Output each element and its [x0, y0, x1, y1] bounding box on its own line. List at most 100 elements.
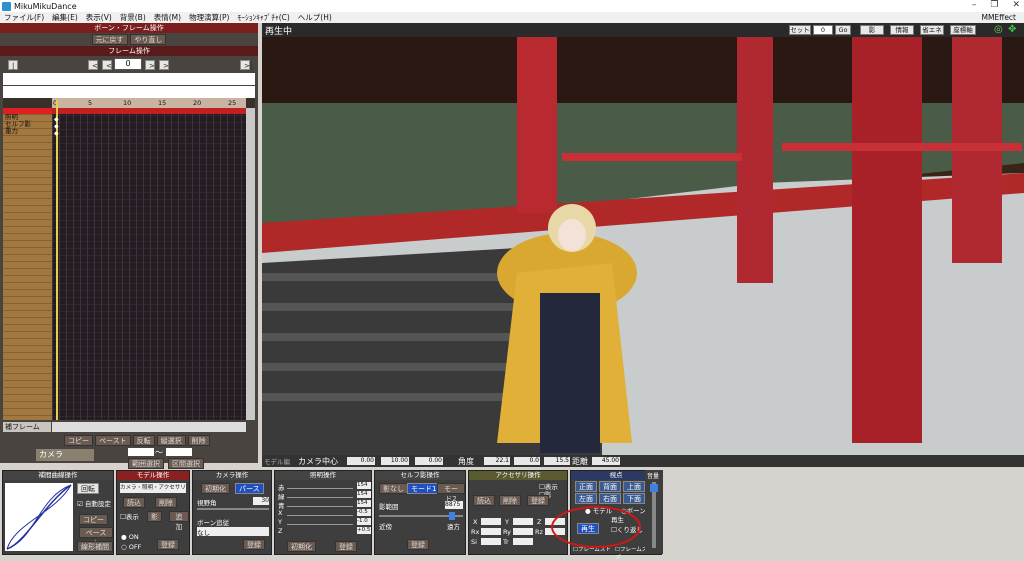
light-red-value[interactable]: 154 — [357, 482, 371, 489]
model-display-checkbox[interactable]: ☐表示 — [120, 511, 139, 521]
light-y-value[interactable]: -1.0 — [357, 518, 371, 525]
zoom-icon[interactable]: ◎ — [994, 24, 1003, 35]
center-y-field[interactable]: 10.00 — [381, 457, 409, 465]
next-key-button[interactable]: > — [159, 60, 169, 70]
go-button[interactable]: Go — [835, 25, 851, 35]
view-right-button[interactable]: 右面 — [599, 493, 621, 504]
view-back-button[interactable]: 背面 — [599, 481, 621, 492]
frame-type-dropdown[interactable]: 補フレーム — [3, 422, 51, 432]
accessory-register-button[interactable]: 登録 — [527, 495, 549, 506]
accessory-tr-input[interactable] — [513, 538, 533, 545]
maximize-icon[interactable]: ❐ — [990, 0, 998, 10]
camera-register-button[interactable]: 登録 — [243, 539, 265, 550]
angle-z-field[interactable]: 15.5 — [544, 457, 570, 465]
last-frame-button[interactable]: >| — [240, 60, 252, 70]
menu-expression[interactable]: 表情(M) — [150, 12, 185, 23]
view-top-button[interactable]: 上面 — [623, 481, 645, 492]
timeline-hscrollbar[interactable] — [52, 422, 246, 432]
reverse-button[interactable]: 反転 — [132, 435, 155, 446]
shadow-mode1-button[interactable]: モード1 — [407, 483, 441, 494]
view-front-button[interactable]: 正面 — [575, 481, 597, 492]
model-on-radio[interactable]: ● ON — [121, 533, 139, 541]
menu-file[interactable]: ファイル(F) — [0, 12, 48, 23]
menu-physics[interactable]: 物理演算(P) — [185, 12, 233, 23]
angle-y-field[interactable]: 0.0 — [514, 457, 540, 465]
bone-follow-dropdown[interactable]: なし — [197, 527, 269, 537]
view-left-button[interactable]: 左面 — [575, 493, 597, 504]
close-icon[interactable]: ✕ — [1012, 0, 1020, 10]
volume-thumb[interactable] — [650, 484, 658, 492]
light-register-button[interactable]: 登録 — [335, 541, 357, 552]
light-init-button[interactable]: 初期化 — [287, 541, 316, 552]
interp-curve-graph[interactable] — [5, 483, 73, 551]
menu-edit[interactable]: 編集(E) — [48, 12, 82, 23]
shadow-none-button[interactable]: 影なし — [379, 483, 408, 494]
light-z-value[interactable]: +0.5 — [357, 527, 371, 534]
section-select-button[interactable]: 区間選択 — [168, 458, 204, 469]
interp-paste-button[interactable]: ペースト — [79, 527, 113, 547]
auto-set-checkbox[interactable]: ☑ 自動設定 — [77, 498, 111, 508]
view-bottom-button[interactable]: 下面 — [623, 493, 645, 504]
3d-viewport[interactable] — [262, 23, 1024, 455]
axis-button[interactable]: 座標軸 — [950, 25, 976, 35]
frame-input[interactable]: 0 — [813, 25, 833, 35]
info-button[interactable]: 情報 — [890, 25, 914, 35]
vertical-select-button[interactable]: 縦選択 — [156, 435, 186, 446]
rotation-interp-dropdown[interactable]: 回転 — [77, 483, 99, 494]
camera-init-button[interactable]: 初期化 — [201, 483, 230, 494]
light-blue-value[interactable]: 154 — [357, 500, 371, 507]
shadow-range-input[interactable]: 8875 — [445, 501, 463, 509]
accessory-si-input[interactable] — [481, 538, 501, 545]
menu-motion-capture[interactable]: ﾓｰｼｮﾝｷｬﾌﾟﾁｬ(C) — [233, 12, 293, 23]
model-off-radio[interactable]: ○ OFF — [121, 543, 141, 551]
model-add-button[interactable]: 追加 — [169, 511, 189, 531]
light-x-value[interactable]: -0.5 — [357, 509, 371, 516]
paste-button[interactable]: ペースト — [95, 435, 131, 446]
camera-mode-label[interactable]: カメラ — [36, 449, 94, 461]
camera-perspective-button[interactable]: パース — [235, 483, 264, 494]
menu-background[interactable]: 背景(B) — [116, 12, 150, 23]
menu-mmeffect[interactable]: MMEffect — [977, 13, 1020, 22]
model-select-dropdown[interactable]: カメラ・照明・アクセサリ — [120, 483, 186, 493]
accessory-ry-input[interactable] — [513, 528, 533, 535]
range-select-button[interactable]: 範囲選択 — [128, 458, 164, 469]
move-icon[interactable]: ✥ — [1008, 24, 1016, 35]
accessory-y-input[interactable] — [513, 518, 533, 525]
center-z-field[interactable]: 0.00 — [415, 457, 443, 465]
model-register-button[interactable]: 登録 — [157, 539, 179, 550]
fov-slider[interactable] — [197, 508, 269, 510]
delete-button[interactable]: 削除 — [187, 435, 210, 446]
menu-view[interactable]: 表示(V) — [82, 12, 116, 23]
light-green-value[interactable]: 154 — [357, 491, 371, 498]
next-frame-button[interactable]: > — [145, 60, 155, 70]
shadow-toggle-button[interactable]: 影 — [860, 25, 884, 35]
prev-key-button[interactable]: < — [88, 60, 98, 70]
distance-field[interactable]: 45.00 — [592, 457, 620, 465]
angle-x-field[interactable]: 22.1 — [484, 457, 510, 465]
prev-frame-button[interactable]: < — [102, 60, 112, 70]
light-sliders[interactable] — [287, 485, 353, 533]
interp-copy-button[interactable]: コピー — [79, 514, 108, 525]
redo-button[interactable]: やり直し — [130, 34, 167, 45]
linear-interp-button[interactable]: 線形補間 — [77, 541, 113, 552]
power-save-button[interactable]: 省エネ — [920, 25, 944, 35]
undo-button[interactable]: 元に戻す — [91, 34, 128, 45]
range-start-input[interactable] — [128, 448, 154, 456]
model-load-button[interactable]: 読込 — [123, 497, 145, 508]
accessory-load-button[interactable]: 読込 — [473, 495, 495, 506]
accessory-rx-input[interactable] — [481, 528, 501, 535]
range-end-input[interactable] — [166, 448, 192, 456]
frame-number-input[interactable]: 0 — [114, 58, 142, 70]
first-frame-button[interactable]: |< — [8, 60, 18, 80]
center-x-field[interactable]: 0.00 — [347, 457, 375, 465]
menu-help[interactable]: ヘルプ(H) — [294, 12, 336, 23]
model-shadow-button[interactable]: 影 — [147, 511, 162, 522]
accessory-delete-button[interactable]: 削除 — [499, 495, 521, 506]
minimize-icon[interactable]: – — [972, 0, 977, 10]
keyframe-grid[interactable] — [52, 108, 246, 420]
shadow-register-button[interactable]: 登録 — [407, 539, 429, 550]
shadow-mode2-button[interactable]: モード2 — [437, 483, 465, 503]
timeline-scrollbar[interactable] — [246, 108, 255, 420]
frame-cursor[interactable] — [56, 100, 58, 420]
shadow-slider-thumb[interactable] — [449, 512, 455, 520]
